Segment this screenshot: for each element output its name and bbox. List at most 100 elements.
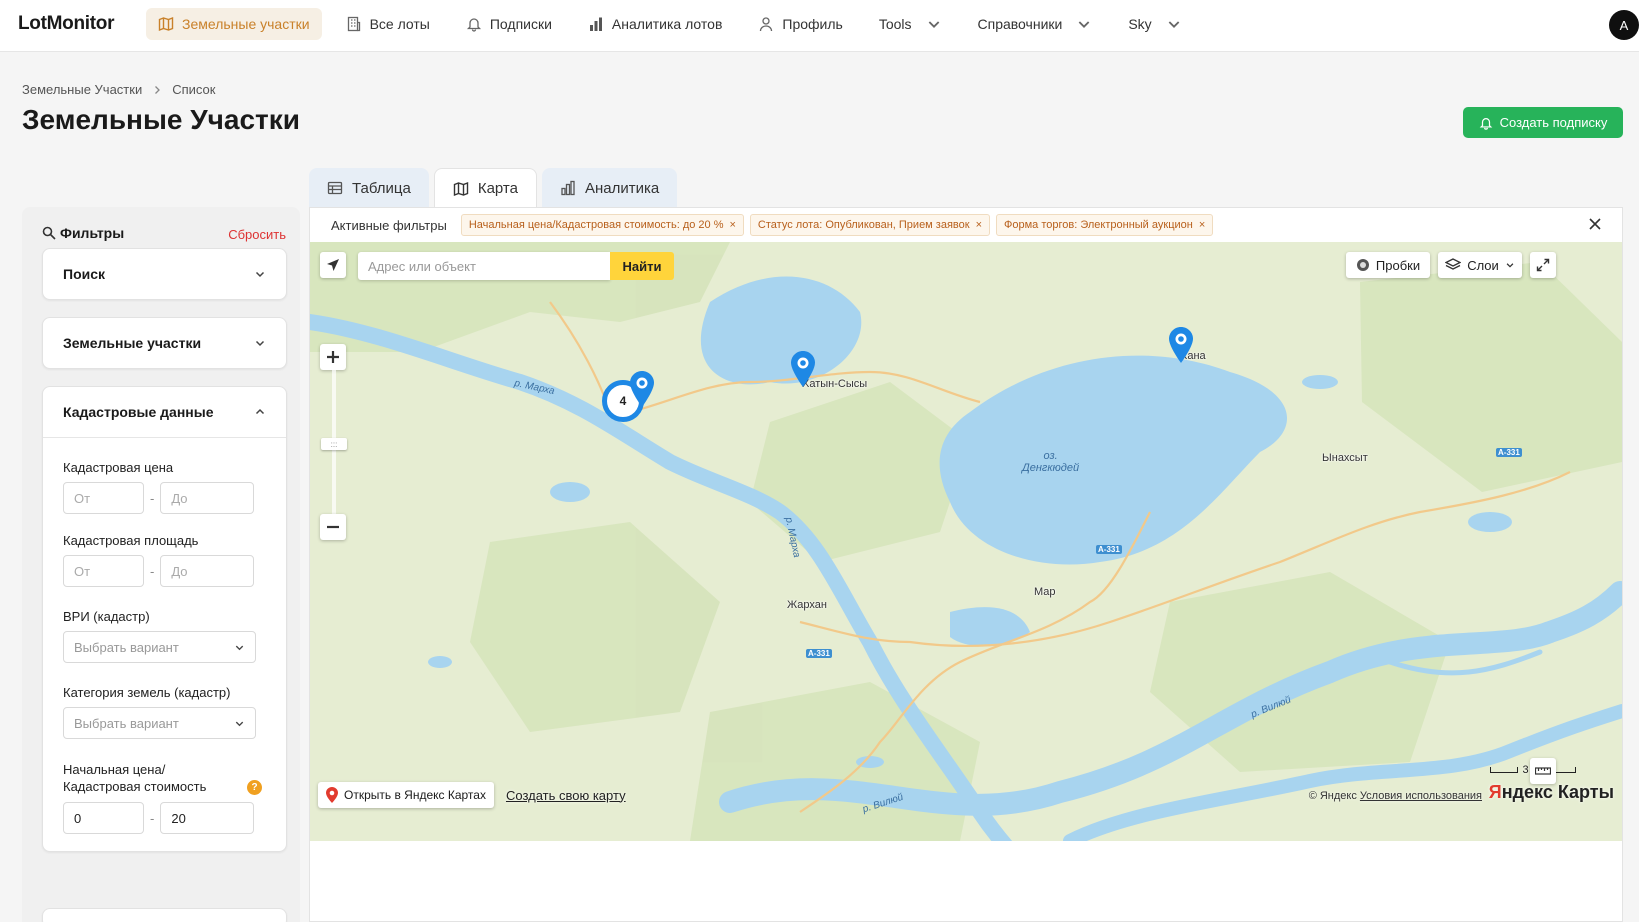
avatar[interactable]: A	[1609, 10, 1639, 40]
map-pin-icon[interactable]	[629, 370, 655, 408]
vri-label: ВРИ (кадастр)	[63, 609, 150, 624]
cadastral-area-to-input[interactable]	[160, 555, 255, 587]
map-pin-icon[interactable]	[790, 350, 816, 388]
nav-label: Все лоты	[369, 16, 430, 32]
nav-subscriptions[interactable]: Подписки	[454, 8, 564, 40]
map-canvas[interactable]: Найти Пробки Слои ::: Хатын-Сысы Хана Ын…	[310, 242, 1622, 841]
view-tabs: Таблица Карта Аналитика	[309, 168, 678, 208]
bell-icon	[466, 18, 481, 32]
zoom-track[interactable]	[332, 370, 336, 530]
zoom-out-button[interactable]	[320, 514, 346, 540]
chevron-down-icon	[928, 21, 939, 28]
map-search-input[interactable]	[358, 252, 610, 280]
cadastral-price-label: Кадастровая цена	[63, 460, 174, 475]
fullscreen-button[interactable]	[1530, 252, 1556, 278]
yandex-maps-logo[interactable]: Яндекс Карты	[1489, 782, 1614, 803]
reset-filters-link[interactable]: Сбросить	[228, 227, 286, 242]
close-icon[interactable]: ×	[729, 219, 735, 231]
map-icon	[158, 16, 174, 32]
chevron-down-icon	[255, 340, 265, 347]
accordion-land-plots-header[interactable]: Земельные участки	[43, 318, 286, 368]
cadastral-price-from-input[interactable]	[63, 482, 144, 514]
accordion-cadastral-header[interactable]: Кадастровые данные	[43, 387, 286, 437]
help-icon[interactable]: ?	[247, 780, 262, 795]
create-subscription-label: Создать подписку	[1499, 115, 1608, 130]
nav-profile[interactable]: Профиль	[746, 8, 854, 40]
main-nav: Земельные участки Все лоты Подписки Анал…	[146, 8, 1206, 40]
map-search: Найти	[358, 252, 674, 280]
map-search-button[interactable]: Найти	[610, 252, 674, 280]
close-icon[interactable]: ×	[976, 219, 982, 231]
locate-button[interactable]	[320, 252, 346, 278]
land-category-placeholder: Выбрать вариант	[74, 715, 179, 731]
layers-icon	[1445, 258, 1462, 270]
nav-tools-dropdown[interactable]: Tools	[867, 8, 954, 40]
create-own-map-link[interactable]: Создать свою карту	[506, 788, 626, 803]
open-in-yandex-label: Открыть в Яндекс Картах	[344, 788, 486, 802]
accordion-search-header[interactable]: Поиск	[43, 249, 286, 299]
traffic-button[interactable]: Пробки	[1346, 252, 1430, 278]
app-logo[interactable]: LotMonitor	[18, 13, 114, 35]
zoom-in-button[interactable]	[320, 344, 346, 370]
place-label: Жархан	[787, 599, 827, 611]
price-ratio-from-input[interactable]	[63, 802, 144, 834]
chevron-down-icon	[235, 645, 244, 650]
search-icon	[42, 226, 56, 240]
nav-sky-dropdown[interactable]: Sky	[1116, 8, 1193, 40]
ruler-button[interactable]	[1530, 758, 1556, 784]
lake-label: оз. Денгкюдей	[1022, 450, 1079, 474]
top-navbar: LotMonitor Земельные участки Все лоты По…	[0, 0, 1639, 52]
cadastral-price-to-input[interactable]	[160, 482, 255, 514]
range-dash: -	[150, 490, 155, 506]
page-title: Земельные Участки	[22, 104, 300, 135]
bar-chart-icon	[561, 180, 575, 196]
tab-label: Карта	[477, 180, 518, 197]
nav-references-dropdown[interactable]: Справочники	[966, 8, 1105, 40]
zoom-slider-handle[interactable]: :::	[321, 438, 347, 450]
vri-select-placeholder: Выбрать вариант	[74, 639, 179, 655]
land-category-select[interactable]: Выбрать вариант	[63, 707, 256, 739]
range-dash: -	[150, 810, 155, 826]
layers-button[interactable]: Слои	[1438, 252, 1522, 278]
tab-analytics[interactable]: Аналитика	[541, 168, 678, 208]
breadcrumb: Земельные Участки Список	[22, 82, 215, 97]
tab-map[interactable]: Карта	[433, 168, 537, 208]
price-ratio-to-input[interactable]	[160, 802, 255, 834]
nav-label: Профиль	[782, 16, 843, 32]
open-in-yandex-button[interactable]: Открыть в Яндекс Картах	[318, 782, 494, 808]
minus-icon	[327, 525, 339, 529]
active-filters-label: Активные фильтры	[331, 217, 447, 233]
road-label: А-331	[806, 649, 832, 658]
cadastral-area-from-input[interactable]	[63, 555, 144, 587]
chevron-down-icon	[1506, 263, 1514, 268]
filter-chip-text: Статус лота: Опубликован, Прием заявок	[757, 219, 970, 231]
accordion-search: Поиск	[42, 248, 287, 300]
tab-table[interactable]: Таблица	[309, 168, 429, 208]
map-panel: Активные фильтры Начальная цена/Кадастро…	[309, 207, 1623, 922]
vri-select[interactable]: Выбрать вариант	[63, 631, 256, 663]
chevron-up-icon	[255, 408, 265, 415]
nav-all-lots[interactable]: Все лоты	[334, 8, 442, 40]
close-icon[interactable]	[1588, 217, 1602, 231]
layers-label: Слои	[1467, 257, 1499, 273]
map-pin-icon[interactable]	[1168, 326, 1194, 364]
nav-lot-analytics[interactable]: Аналитика лотов	[576, 8, 734, 40]
create-subscription-button[interactable]: Создать подписку	[1463, 107, 1623, 138]
filter-chip-text: Начальная цена/Кадастровая стоимость: до…	[468, 219, 724, 231]
filters-title: Фильтры	[42, 225, 124, 241]
map-icon	[453, 181, 469, 196]
map-copyright: © Яндекс Условия использования	[1309, 790, 1482, 802]
filter-chip: Форма торгов: Электронный аукцион ×	[996, 214, 1214, 236]
terms-link[interactable]: Условия использования	[1360, 790, 1482, 802]
tab-label: Таблица	[352, 179, 411, 197]
road-label: А-331	[1096, 545, 1122, 554]
navigation-arrow-icon	[327, 259, 339, 271]
nav-label: Справочники	[977, 16, 1063, 32]
nav-label: Земельные участки	[182, 16, 310, 32]
accordion-land-plots: Земельные участки	[42, 317, 287, 369]
nav-land-plots[interactable]: Земельные участки	[146, 8, 322, 40]
yandex-logo-letter: Я	[1488, 782, 1502, 802]
place-label: Мар	[1034, 586, 1056, 598]
breadcrumb-item-land-plots[interactable]: Земельные Участки	[22, 82, 142, 97]
close-icon[interactable]: ×	[1199, 219, 1205, 231]
